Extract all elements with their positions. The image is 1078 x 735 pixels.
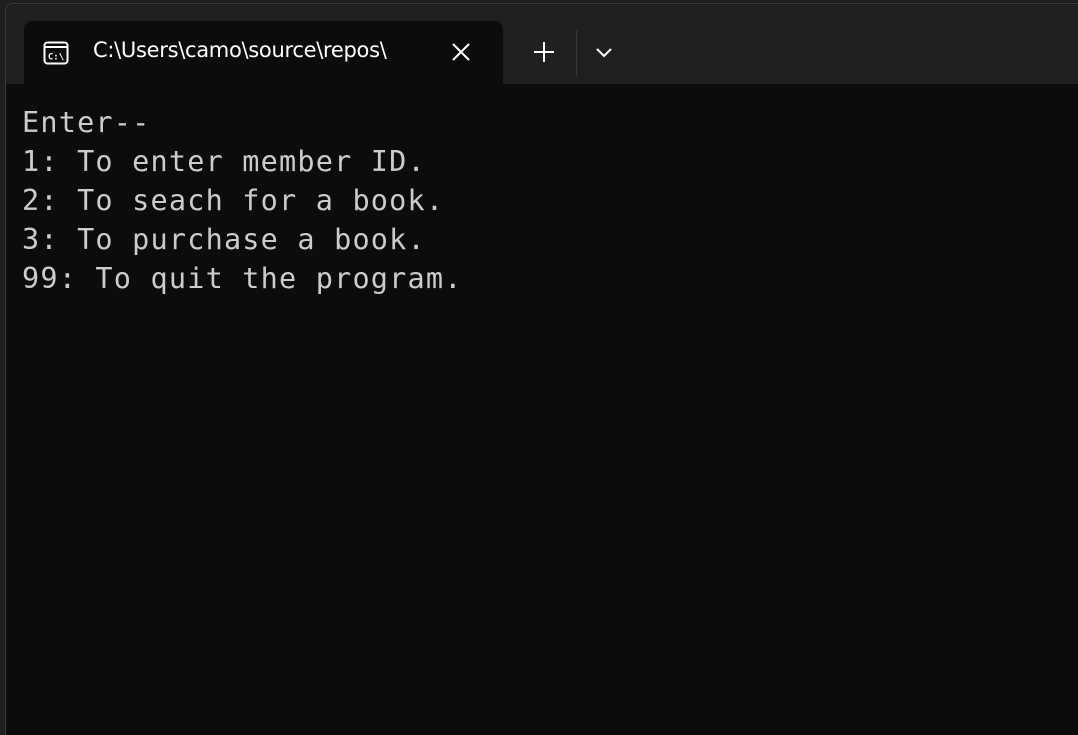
titlebar-divider <box>576 30 577 76</box>
console-line: Enter-- <box>22 106 151 139</box>
console-line: 1: To enter member ID. <box>22 145 426 178</box>
title-bar: C:\ C:\Users\camo\source\repos\ <box>6 4 1078 85</box>
console-icon: C:\ <box>43 41 69 65</box>
plus-icon[interactable] <box>529 37 559 67</box>
chevron-down-icon[interactable] <box>590 38 618 66</box>
close-icon[interactable] <box>448 39 474 65</box>
console-lines: Enter-- 1: To enter member ID. 2: To sea… <box>22 103 463 298</box>
terminal-window: C:\ C:\Users\camo\source\repos\ Enter-- … <box>5 3 1078 735</box>
tab-console[interactable]: C:\ C:\Users\camo\source\repos\ <box>24 21 503 85</box>
tab-title: C:\Users\camo\source\repos\ <box>93 38 387 62</box>
console-icon-text: C:\ <box>48 53 64 63</box>
console-line: 3: To purchase a book. <box>22 223 426 256</box>
console-line: 99: To quit the program. <box>22 262 463 295</box>
console-line: 2: To seach for a book. <box>22 184 445 217</box>
console-output[interactable]: Enter-- 1: To enter member ID. 2: To sea… <box>6 85 1078 735</box>
